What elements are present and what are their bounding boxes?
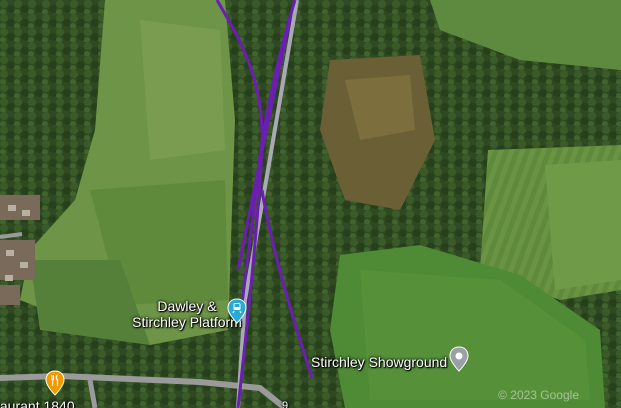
place-label-text: Stirchley Showground [311,354,448,370]
map-view[interactable]: Dawley & Stirchley Platform Stirchley Sh… [0,0,621,408]
restaurant-pin-icon[interactable] [45,370,65,396]
place-label-text: taurant 1840 [0,398,75,408]
place-label-showground[interactable]: Stirchley Showground [311,354,447,370]
map-copyright: © 2023 Google [498,388,579,402]
place-label-restaurant[interactable]: taurant 1840 [0,398,75,408]
road-marker: 9 [282,400,289,408]
train-station-pin-icon[interactable] [227,298,247,324]
map-pin-icon[interactable] [449,346,469,372]
satellite-imagery [0,0,621,408]
